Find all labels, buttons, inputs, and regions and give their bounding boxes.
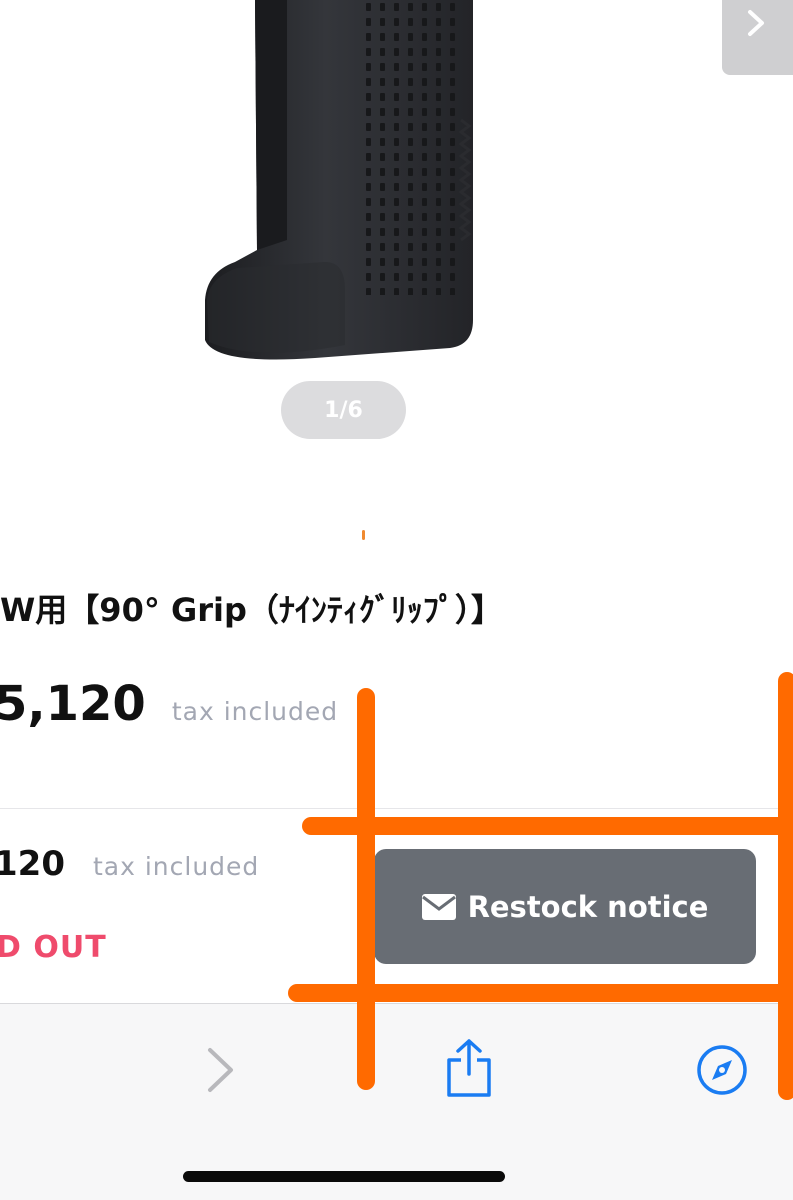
restock-label: Restock notice (467, 889, 709, 924)
product-page: 1/6 W用【90° Grip（ﾅｲﾝﾃｨｸﾞﾘｯﾌﾟ）】 5,120 tax … (0, 0, 793, 1200)
annotation-line-horizontal-bottom (288, 984, 793, 1002)
mail-icon (421, 893, 456, 920)
restock-notice-button[interactable]: Restock notice (374, 849, 756, 964)
product-image (205, 0, 473, 360)
product-price-row: 5,120 tax included (0, 676, 338, 732)
product-gallery[interactable]: 1/6 (0, 0, 793, 470)
tax-label: tax included (171, 697, 339, 726)
chevron-right-icon (748, 10, 764, 36)
home-indicator (183, 1171, 505, 1182)
divider-mark (362, 530, 365, 540)
annotation-line-horizontal-top (302, 817, 793, 835)
image-counter: 1/6 (281, 381, 406, 439)
buybar-tax-label: tax included (92, 852, 260, 881)
gallery-next-button[interactable] (722, 0, 793, 75)
product-title: W用【90° Grip（ﾅｲﾝﾃｨｸﾞﾘｯﾌﾟ）】 (0, 591, 503, 629)
product-price: 5,120 (0, 676, 146, 732)
chevron-right-icon[interactable] (205, 1046, 235, 1094)
annotation-line-vertical-left (357, 688, 375, 1090)
share-icon[interactable] (444, 1038, 494, 1098)
compass-icon[interactable] (696, 1044, 748, 1096)
sold-out-status: D OUT (0, 930, 107, 965)
buybar-price-row: 120 tax included (0, 844, 259, 884)
annotation-line-vertical-right (778, 672, 793, 1100)
buybar-price: 120 (0, 844, 65, 884)
